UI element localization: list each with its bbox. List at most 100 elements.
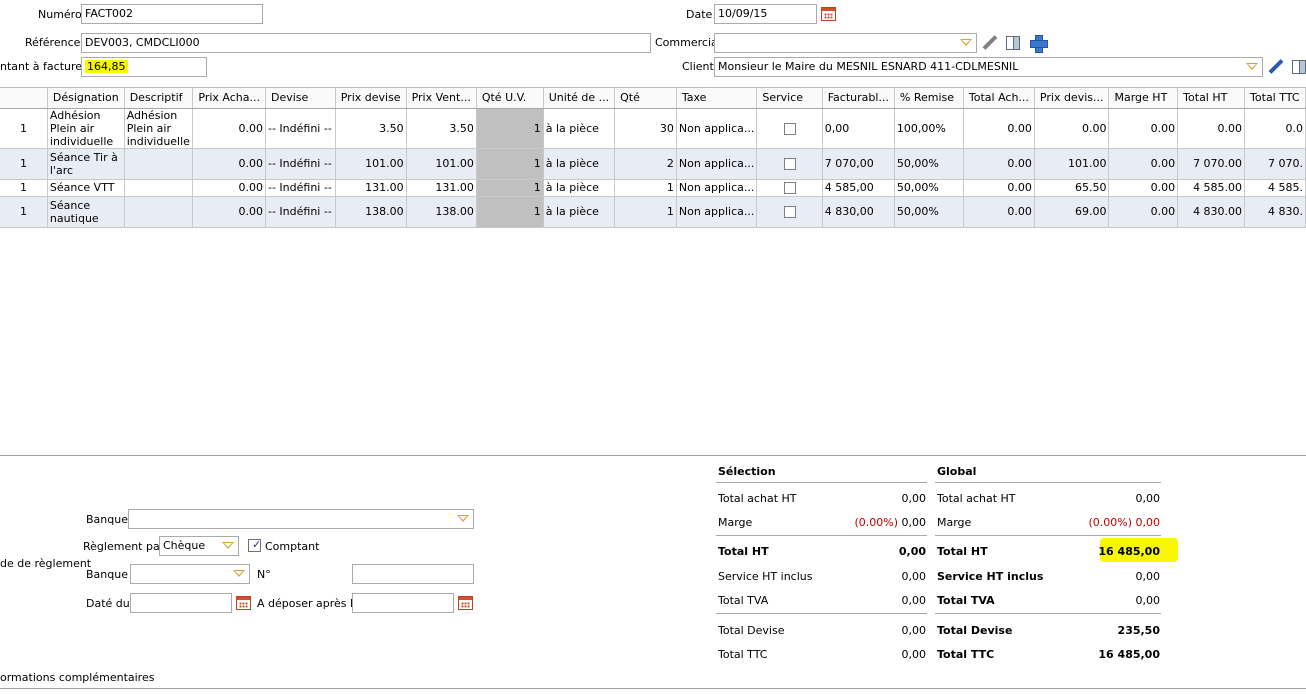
cell-prix-vente[interactable]: 131.00 (406, 179, 477, 197)
cell-facturable[interactable]: 4 585,00 (822, 179, 895, 197)
table-row[interactable]: 1 Séance VTT 0.00 -- Indéfini -- 131.00 … (0, 179, 1306, 197)
cell-descriptif[interactable] (124, 179, 194, 197)
cell-service[interactable] (756, 196, 823, 228)
col-header-devise[interactable]: Devise (265, 88, 336, 109)
col-header-facturable[interactable]: Facturabl... (822, 88, 895, 109)
cell-taxe[interactable]: Non applica... (676, 179, 758, 197)
cell-prix-devise-2[interactable]: 65.50 (1034, 179, 1110, 197)
cell-num[interactable]: 1 (0, 108, 48, 149)
col-header-unite[interactable]: Unité de ... (543, 88, 616, 109)
service-checkbox[interactable] (783, 158, 796, 170)
col-header-taxe[interactable]: Taxe (676, 88, 758, 109)
col-header-marge-ht[interactable]: Marge HT (1108, 88, 1179, 109)
col-header-prix-devise-2[interactable]: Prix devis... (1034, 88, 1110, 109)
cell-prix-vente[interactable]: 3.50 (406, 108, 477, 149)
cell-designation[interactable]: Séance VTT (47, 179, 125, 197)
edit-commercial-icon[interactable] (982, 35, 998, 51)
cell-service[interactable] (756, 179, 823, 197)
cell-total-achat[interactable]: 0.00 (963, 179, 1035, 197)
table-row[interactable]: 1 Adhésion Plein air individuelle Adhési… (0, 108, 1306, 149)
cell-designation[interactable]: Séance Tir à l'arc (47, 148, 125, 180)
cell-total-ht[interactable]: 4 830.00 (1177, 196, 1246, 228)
banque2-select[interactable] (130, 564, 250, 584)
cell-prix-devise[interactable]: 131.00 (335, 179, 407, 197)
service-checkbox[interactable] (783, 122, 796, 135)
cell-prix-devise-2[interactable]: 0.00 (1034, 108, 1110, 149)
col-header-service[interactable]: Service (756, 88, 823, 109)
numero-cheque-input[interactable] (352, 564, 474, 584)
cell-marge-ht[interactable]: 0.00 (1108, 108, 1179, 149)
cell-devise[interactable]: -- Indéfini -- (265, 148, 336, 180)
cell-prix-devise-2[interactable]: 69.00 (1034, 196, 1110, 228)
cell-total-ttc[interactable]: 0.0 (1244, 108, 1306, 149)
col-header-designation[interactable]: Désignation (47, 88, 125, 109)
cell-qte[interactable]: 2 (614, 148, 677, 180)
col-header-prix-vente[interactable]: Prix Vent... (406, 88, 477, 109)
table-row[interactable]: 1 Séance nautique 0.00 -- Indéfini -- 13… (0, 196, 1306, 228)
cell-total-ht[interactable]: 4 585.00 (1177, 179, 1246, 197)
reglement-par-select[interactable]: Chèque (159, 536, 239, 556)
cell-total-ttc[interactable]: 4 585. (1244, 179, 1306, 197)
table-row[interactable]: 1 Séance Tir à l'arc 0.00 -- Indéfini --… (0, 148, 1306, 180)
banque-select[interactable] (128, 509, 474, 529)
cell-qte[interactable]: 30 (614, 108, 677, 149)
cell-marge-ht[interactable]: 0.00 (1108, 148, 1179, 180)
cell-prix-vente[interactable]: 101.00 (406, 148, 477, 180)
cell-unite[interactable]: à la pièce (543, 179, 616, 197)
cell-prix-vente[interactable]: 138.00 (406, 196, 477, 228)
cell-devise[interactable]: -- Indéfini -- (265, 179, 336, 197)
cell-prix-achat[interactable]: 0.00 (192, 108, 266, 149)
cell-qte[interactable]: 1 (614, 196, 677, 228)
col-header[interactable] (0, 88, 48, 109)
add-commercial-icon[interactable] (1030, 35, 1048, 53)
panel-icon[interactable] (1292, 60, 1306, 74)
date-input[interactable]: 10/09/15 (714, 4, 817, 24)
col-header-remise[interactable]: % Remise (894, 88, 964, 109)
col-header-total-ht[interactable]: Total HT (1177, 88, 1246, 109)
cell-facturable[interactable]: 4 830,00 (822, 196, 895, 228)
cell-descriptif[interactable]: Adhésion Plein air individuelle (124, 108, 194, 149)
cell-total-achat[interactable]: 0.00 (963, 148, 1035, 180)
client-select[interactable]: Monsieur le Maire du MESNIL ESNARD 411-C… (714, 57, 1263, 77)
calendar-icon[interactable] (236, 596, 251, 610)
col-header-total-ttc[interactable]: Total TTC (1244, 88, 1306, 109)
cell-prix-devise[interactable]: 101.00 (335, 148, 407, 180)
col-header-qte-uv[interactable]: Qté U.V. (476, 88, 544, 109)
col-header-descriptif[interactable]: Descriptif (124, 88, 194, 109)
edit-client-icon[interactable] (1268, 59, 1284, 75)
cell-marge-ht[interactable]: 0.00 (1108, 196, 1179, 228)
service-checkbox[interactable] (783, 206, 796, 218)
cell-taxe[interactable]: Non applica... (676, 148, 758, 180)
cell-designation[interactable]: Séance nautique (47, 196, 125, 228)
col-header-qte[interactable]: Qté (614, 88, 677, 109)
cell-service[interactable] (756, 148, 823, 180)
cell-descriptif[interactable] (124, 196, 194, 228)
numero-input[interactable]: FACT002 (81, 4, 263, 24)
col-header-total-achat[interactable]: Total Ach... (963, 88, 1035, 109)
date-du-input[interactable] (130, 593, 232, 613)
reference-input[interactable]: DEV003, CMDCLI000 (81, 33, 651, 53)
cell-prix-devise[interactable]: 3.50 (335, 108, 407, 149)
cell-total-achat[interactable]: 0.00 (963, 108, 1035, 149)
cell-total-achat[interactable]: 0.00 (963, 196, 1035, 228)
col-header-prix-achat[interactable]: Prix Acha... (192, 88, 266, 109)
calendar-icon[interactable] (821, 7, 836, 21)
cell-facturable[interactable]: 0,00 (822, 108, 895, 149)
cell-devise[interactable]: -- Indéfini -- (265, 108, 336, 149)
cell-qte[interactable]: 1 (614, 179, 677, 197)
cell-num[interactable]: 1 (0, 179, 48, 197)
cell-prix-achat[interactable]: 0.00 (192, 179, 266, 197)
cell-devise[interactable]: -- Indéfini -- (265, 196, 336, 228)
cell-remise[interactable]: 50,00% (894, 196, 964, 228)
cell-remise[interactable]: 50,00% (894, 148, 964, 180)
cell-total-ttc[interactable]: 4 830. (1244, 196, 1306, 228)
cell-facturable[interactable]: 7 070,00 (822, 148, 895, 180)
commercial-select[interactable] (714, 33, 977, 53)
cell-unite[interactable]: à la pièce (543, 108, 616, 149)
cell-total-ht[interactable]: 7 070.00 (1177, 148, 1246, 180)
cell-num[interactable]: 1 (0, 148, 48, 180)
cell-designation[interactable]: Adhésion Plein air individuelle (47, 108, 125, 149)
cell-prix-achat[interactable]: 0.00 (192, 196, 266, 228)
cell-prix-devise[interactable]: 138.00 (335, 196, 407, 228)
calendar-icon[interactable] (458, 596, 473, 610)
